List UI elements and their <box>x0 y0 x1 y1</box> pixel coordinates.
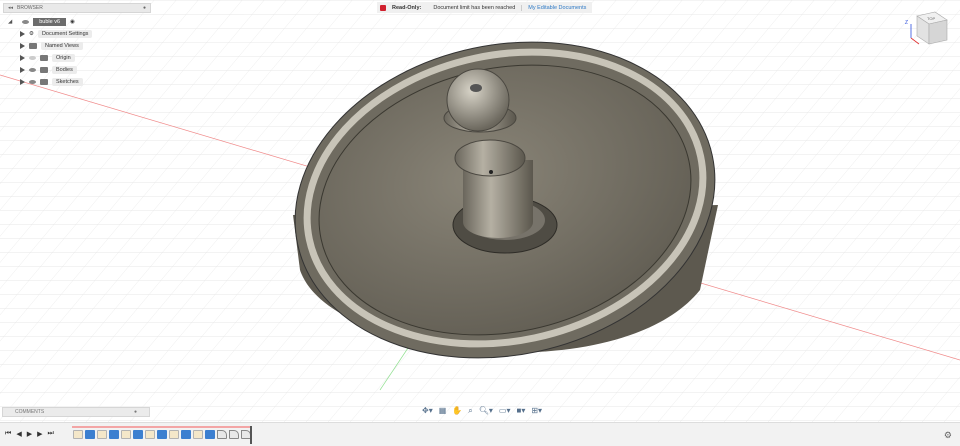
3d-viewport[interactable]: TOP Z <box>0 0 960 422</box>
read-only-label: Read-Only: <box>392 4 422 11</box>
gear-icon[interactable]: ⚙ <box>944 430 952 441</box>
timeline-sketch-feature[interactable] <box>97 430 107 439</box>
browser-title: BROWSER <box>17 5 43 11</box>
display-settings-icon[interactable]: ▭▾ <box>499 406 511 416</box>
timeline-sketch-feature[interactable] <box>145 430 155 439</box>
step-forward-icon[interactable]: ▶ <box>37 430 42 438</box>
collapse-icon[interactable]: ◂◂ <box>8 5 13 11</box>
expand-icon[interactable] <box>20 31 25 37</box>
tree-root[interactable]: ◢ buble v6 ◉ <box>8 16 92 28</box>
tree-item-label: Sketches <box>52 78 83 86</box>
expand-icon[interactable] <box>20 67 25 73</box>
timeline-sketch-feature[interactable] <box>73 430 83 439</box>
timeline-marker[interactable] <box>250 426 252 444</box>
timeline-bar <box>72 426 250 428</box>
timeline-body-feature[interactable] <box>157 430 167 439</box>
read-only-banner: Read-Only: Document limit has been reach… <box>377 2 593 13</box>
timeline-body-feature[interactable] <box>85 430 95 439</box>
pin-icon[interactable]: ● <box>143 5 146 11</box>
tree-item-sketches[interactable]: Sketches <box>8 76 92 88</box>
gear-icon: ⚙ <box>29 31 34 37</box>
go-to-end-icon[interactable]: ⏭ <box>47 430 53 438</box>
viewcube-face-label: TOP <box>927 16 935 21</box>
tree-item-named-views[interactable]: Named Views <box>8 40 92 52</box>
eye-icon[interactable] <box>29 80 36 84</box>
timeline-features <box>73 430 251 439</box>
timeline-fillet-feature[interactable] <box>217 430 227 439</box>
tree-item-label: Origin <box>52 54 75 62</box>
zoom-icon[interactable]: 🔍︎▾ <box>479 406 493 416</box>
go-to-start-icon[interactable]: ⏮ <box>5 430 11 438</box>
tree-item-label: Bodies <box>52 66 77 74</box>
root-component-label[interactable]: buble v6 <box>33 18 67 26</box>
navigation-bar: ✥▾ ▦ ✋ ⌕ 🔍︎▾ ▭▾ ■▾ ⊞▾ <box>422 406 542 416</box>
folder-icon <box>40 55 48 61</box>
folder-icon <box>40 67 48 73</box>
tree-item-label: Document Settings <box>37 30 93 38</box>
expand-icon[interactable] <box>20 79 25 85</box>
comments-panel[interactable]: COMMENTS ● <box>2 407 150 417</box>
timeline-body-feature[interactable] <box>205 430 215 439</box>
expand-icon[interactable] <box>20 55 25 61</box>
eye-icon[interactable] <box>29 56 36 60</box>
zoom-window-icon[interactable]: ⌕ <box>468 406 472 416</box>
radio-icon[interactable]: ◉ <box>70 19 75 25</box>
timeline-sketch-feature[interactable] <box>193 430 203 439</box>
tree-item-bodies[interactable]: Bodies <box>8 64 92 76</box>
playback-controls: ⏮ ◀ ▶ ▶ ⏭ <box>5 430 54 438</box>
timeline-body-feature[interactable] <box>133 430 143 439</box>
tree-item-document-settings[interactable]: ⚙ Document Settings <box>8 28 93 40</box>
timeline: ⏮ ◀ ▶ ▶ ⏭ ⚙ <box>0 422 960 446</box>
timeline-fillet-feature[interactable] <box>229 430 239 439</box>
expand-icon[interactable]: ◢ <box>8 19 12 25</box>
timeline-body-feature[interactable] <box>181 430 191 439</box>
timeline-sketch-feature[interactable] <box>121 430 131 439</box>
grid-icon[interactable]: ⊞▾ <box>531 406 542 416</box>
folder-icon <box>29 43 37 49</box>
tree-item-origin[interactable]: Origin <box>8 52 92 64</box>
comments-title: COMMENTS <box>15 409 45 415</box>
browser-tree: ◢ buble v6 ◉ ⚙ Document Settings Named Vi… <box>8 16 93 88</box>
step-back-icon[interactable]: ◀ <box>16 430 21 438</box>
model-canvas[interactable]: TOP Z <box>0 0 960 422</box>
orbit-icon[interactable]: ✥▾ <box>422 406 433 416</box>
add-comment-icon[interactable]: ● <box>134 409 137 415</box>
pan-icon[interactable]: ✋ <box>452 406 462 416</box>
browser-panel-header[interactable]: ◂◂ BROWSER ● <box>3 3 151 13</box>
look-at-icon[interactable]: ▦ <box>439 406 447 416</box>
my-editable-documents-link[interactable]: My Editable Documents <box>521 4 592 11</box>
timeline-sketch-feature[interactable] <box>169 430 179 439</box>
z-axis-label: Z <box>905 20 908 26</box>
tree-item-label: Named Views <box>41 42 83 50</box>
play-icon[interactable]: ▶ <box>27 430 32 438</box>
eye-icon[interactable] <box>22 20 30 24</box>
folder-icon <box>40 79 48 85</box>
timeline-body-feature[interactable] <box>109 430 119 439</box>
visual-style-icon[interactable]: ■▾ <box>516 406 525 416</box>
expand-icon[interactable] <box>20 43 25 49</box>
status-message: Document limit has been reached <box>433 4 516 11</box>
eye-icon[interactable] <box>29 68 36 72</box>
